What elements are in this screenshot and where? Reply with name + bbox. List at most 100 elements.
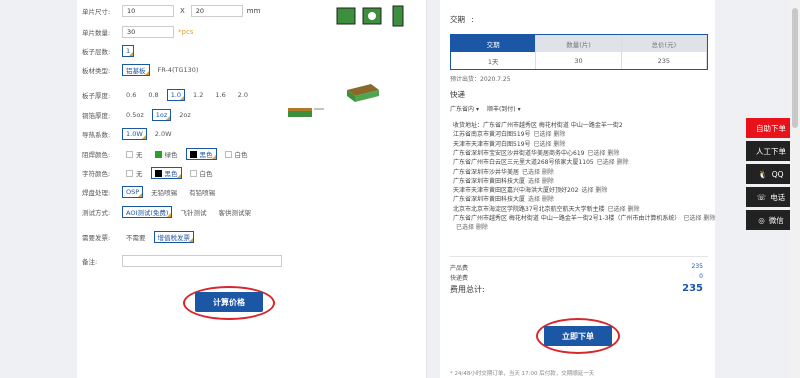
address-text: 广东省广州市越秀区 梅花村街道 中山一路金羊一街2号1-3楼（广州市由计算机系统…: [453, 215, 681, 222]
address-item[interactable]: 广东省广州市越秀区 梅花村街道 中山一路金羊一街2号1-3楼（广州市由计算机系统…: [453, 213, 715, 222]
invoice-option-vat[interactable]: 增值税发票: [153, 231, 194, 243]
delivery-table-row[interactable]: 1天 30 235: [451, 52, 707, 69]
address-text: 广东省深圳市黄田科技大厦: [453, 196, 526, 204]
thickness-option-1-0[interactable]: 1.0: [166, 89, 186, 101]
mask-option-green[interactable]: 绿色: [150, 148, 182, 160]
size-separator: X: [180, 7, 185, 15]
page-scrollbar[interactable]: [790, 0, 800, 378]
address-item[interactable]: 江苏省南京市黄河白图519号 已选择 删除: [453, 129, 565, 138]
test-option-flying-probe[interactable]: 飞针测试: [176, 206, 211, 218]
delivery-header-lead-time[interactable]: 交期: [451, 35, 537, 52]
mask-option-black[interactable]: 黑色: [185, 148, 217, 160]
address-actions[interactable]: 已选择 删除: [522, 169, 554, 176]
estimated-ship-date: 预计出货：2020.7.25: [450, 76, 511, 83]
board-thickness-diagram: [347, 84, 379, 102]
test-option-customer-fixture[interactable]: 客供测试架: [214, 206, 255, 218]
phone-button[interactable]: ☏ 电话: [746, 187, 796, 207]
width-input[interactable]: 10: [122, 5, 174, 17]
copper-label: 铜箔厚度:: [82, 112, 111, 120]
finish-option-leaded[interactable]: 有铅喷锡: [185, 186, 220, 198]
thermal-option-1w[interactable]: 1.0W: [122, 128, 147, 140]
quantity-unit: *pcs: [178, 28, 194, 36]
self-order-button[interactable]: 自助下单: [746, 118, 796, 138]
color-swatch: [126, 150, 133, 158]
address-item[interactable]: 天津市天津市黄田区嘉兴中海洪大厦好顶好202 选择 删除: [453, 185, 607, 194]
calculate-price-button[interactable]: 计算价格: [195, 292, 263, 312]
address-actions[interactable]: 已选择 删除: [608, 206, 640, 213]
silk-option-none-label: 无: [136, 170, 143, 178]
thermal-label: 导热系数:: [82, 131, 111, 139]
thickness-option-0-8[interactable]: 0.8: [144, 89, 163, 101]
mask-option-white[interactable]: 白色: [220, 148, 252, 160]
total-fee-value: 235: [682, 283, 703, 294]
quantity-label: 单片数量:: [82, 29, 111, 37]
address-text: 收货地址：广东省广州市越秀区 梅花村街道 中山一路金羊一街2: [453, 122, 623, 129]
address-item[interactable]: 广东省深圳市黄田科技大厦 选择 删除: [453, 194, 554, 203]
address-actions[interactable]: 已选择 删除: [587, 150, 619, 157]
note-input[interactable]: [122, 255, 282, 267]
material-option-fr4[interactable]: FR-4(TG130): [153, 64, 203, 76]
thickness-option-1-2[interactable]: 1.2: [189, 89, 208, 101]
delivery-title-colon: :: [471, 15, 474, 24]
finish-label: 焊盘处理:: [82, 189, 111, 197]
address-text: 广东省广州市白云区三元里大道268号依家大厦1105: [453, 159, 594, 167]
mask-option-none[interactable]: 无: [122, 148, 147, 160]
address-text: 天津市天津市黄河白图519号: [453, 140, 531, 148]
address-item[interactable]: 广东省深圳市黄田科技大厦 选择 删除: [453, 176, 554, 185]
chevron-down-icon: ▾: [517, 106, 521, 113]
address-item[interactable]: 已选择 删除: [453, 222, 488, 231]
region-select[interactable]: 广东省内 ▾: [450, 104, 479, 113]
mask-option-black-label: 黑色: [199, 151, 213, 159]
address-actions[interactable]: 选择 删除: [528, 196, 554, 203]
address-item[interactable]: 天津市天津市黄河白图519号 已选择 删除: [453, 139, 565, 148]
cost-divider: [450, 256, 708, 257]
delivery-cell-total: 235: [621, 52, 707, 69]
address-item[interactable]: 广东省广州市白云区三元里大道268号依家大厦1105 已选择 删除: [453, 157, 629, 166]
address-actions[interactable]: 选择 删除: [581, 187, 607, 194]
invoice-option-none[interactable]: 不需要: [122, 231, 150, 243]
silk-option-white[interactable]: 白色: [185, 167, 217, 179]
wechat-button[interactable]: ◎ 微信: [746, 210, 796, 230]
mask-option-none-label: 无: [136, 151, 143, 159]
copper-option-2oz[interactable]: 2oz: [175, 109, 195, 121]
thermal-option-2w[interactable]: 2.0W: [150, 128, 176, 140]
thickness-option-1-6[interactable]: 1.6: [211, 89, 230, 101]
address-item[interactable]: 北京市北京市海淀区学院路37号北京航空航天大学新主楼 已选择 删除: [453, 204, 640, 213]
delivery-cell-quantity: 30: [536, 52, 622, 69]
address-actions[interactable]: 已选择 删除: [597, 159, 629, 166]
manual-order-button[interactable]: 人工下单: [746, 141, 796, 161]
address-actions[interactable]: 选择 删除: [528, 178, 554, 185]
color-swatch: [154, 169, 162, 177]
address-actions[interactable]: 已选择 删除: [683, 215, 715, 222]
layers-option-1[interactable]: 1: [122, 45, 135, 57]
scrollbar-thumb[interactable]: [792, 8, 798, 128]
carrier-select[interactable]: 顺丰(到付) ▾: [487, 104, 521, 113]
finish-option-osp[interactable]: OSP: [122, 186, 144, 198]
quantity-input[interactable]: 30: [122, 26, 174, 38]
address-actions[interactable]: 已选择 删除: [533, 141, 565, 148]
address-item[interactable]: 广东省深圳市沙井华美居 已选择 删除: [453, 167, 554, 176]
height-input[interactable]: 20: [190, 5, 243, 17]
material-option-aluminum[interactable]: 铝基板: [122, 64, 150, 76]
wechat-icon: ◎: [758, 215, 765, 225]
copper-option-0-5oz[interactable]: 0.5oz: [122, 109, 148, 121]
silk-option-none[interactable]: 无: [122, 167, 147, 179]
qq-button[interactable]: 🐧 QQ: [746, 164, 796, 184]
qq-icon: 🐧: [758, 169, 768, 179]
place-order-button[interactable]: 立即下单: [544, 326, 612, 346]
summary-panel: 交期 : 交期 数量(片) 总价(元) 1天 30 235 预计出货：2020.…: [440, 0, 715, 378]
copper-option-1oz[interactable]: 1oz: [151, 109, 172, 121]
test-option-aoi[interactable]: AOI测试(免费): [122, 206, 173, 218]
qq-label: QQ: [771, 169, 784, 179]
thickness-option-2-0[interactable]: 2.0: [233, 89, 253, 101]
address-item[interactable]: 广东省深圳市宝安区沙井街道华美居商务中心619 已选择 删除: [453, 148, 619, 157]
delivery-header-total: 总价(元): [621, 35, 707, 52]
thickness-option-0-6[interactable]: 0.6: [122, 89, 141, 101]
total-fee-label: 费用总计:: [450, 285, 485, 294]
finish-option-lead-free[interactable]: 无铅喷锡: [147, 186, 182, 198]
address-item[interactable]: 收货地址：广东省广州市越秀区 梅花村街道 中山一路金羊一街2: [453, 120, 626, 129]
address-actions[interactable]: 已选择 删除: [533, 131, 565, 138]
order-form-panel: 单片尺寸: 10 X 20 mm 单片数量: 30 *pcs 板子层数: 1 板…: [77, 0, 427, 378]
silk-option-black[interactable]: 黑色: [150, 167, 182, 179]
address-actions[interactable]: 已选择 删除: [456, 224, 488, 231]
